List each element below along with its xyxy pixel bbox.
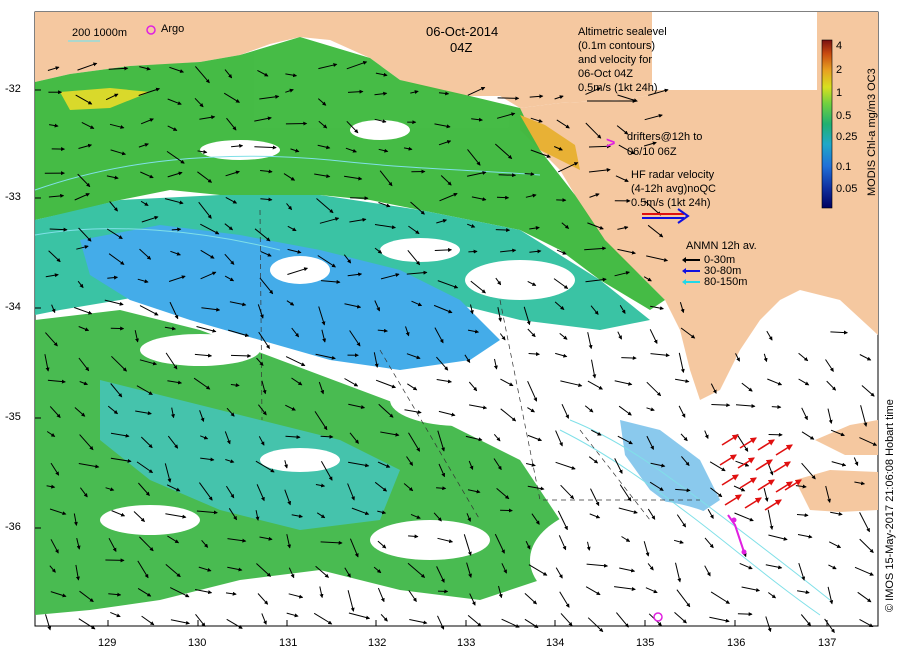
velocity-arrow bbox=[621, 355, 637, 360]
velocity-arrow bbox=[771, 404, 782, 409]
map-date: 06-Oct-2014 bbox=[426, 24, 499, 39]
velocity-arrow bbox=[230, 353, 252, 358]
drifters-symbol: > bbox=[606, 135, 616, 152]
hf-line-3: 0.5m/s (1kt 24h) bbox=[631, 197, 711, 209]
altimetric-line-1: Altimetric sealevel bbox=[578, 26, 667, 38]
x-tick-label: 134 bbox=[546, 637, 565, 649]
velocity-arrow bbox=[497, 96, 520, 101]
colorbar-tick: 2 bbox=[836, 64, 843, 76]
velocity-arrow bbox=[468, 249, 478, 254]
anmn-item-2: 80-150m bbox=[704, 276, 748, 288]
colorbar-tick: 0.05 bbox=[836, 183, 858, 195]
x-tick-label: 133 bbox=[457, 637, 476, 649]
y-tick-label: -36 bbox=[5, 521, 21, 533]
x-tick-label: 130 bbox=[188, 637, 207, 649]
colorbar-tick: 1 bbox=[836, 87, 843, 99]
x-tick-label: 132 bbox=[368, 637, 387, 649]
altimetric-line-5: 0.5m/s (1kt 24h) bbox=[578, 82, 658, 94]
anmn-title: ANMN 12h av. bbox=[686, 240, 757, 252]
velocity-arrow bbox=[496, 195, 510, 200]
x-tick-label: 129 bbox=[98, 637, 117, 649]
credit-text: © IMOS 15-May-2017 21:06:08 Hobart time bbox=[884, 399, 896, 612]
altimetric-line-3: and velocity for bbox=[578, 54, 652, 66]
x-tick-label: 137 bbox=[818, 637, 837, 649]
colorbar-tick: 0.25 bbox=[836, 131, 858, 143]
colorbar-tick: 0.5 bbox=[836, 110, 852, 122]
drifters-line-1: drifters@12h to bbox=[627, 131, 703, 143]
velocity-arrow bbox=[350, 196, 369, 201]
argo-label: Argo bbox=[161, 23, 185, 35]
x-tick-label: 135 bbox=[636, 637, 655, 649]
chlorophyll-map bbox=[34, 11, 879, 634]
velocity-arrow bbox=[434, 247, 453, 252]
colorbar-tick: 0.1 bbox=[836, 161, 852, 173]
y-tick-label: -32 bbox=[5, 83, 21, 95]
y-tick-label: -35 bbox=[5, 411, 21, 423]
colorbar-tick: 4 bbox=[836, 40, 843, 52]
altimetric-line-2: (0.1m contours) bbox=[578, 40, 656, 52]
velocity-arrow bbox=[524, 172, 535, 177]
scale-label: 200 1000m bbox=[72, 27, 128, 39]
velocity-arrow bbox=[498, 173, 517, 178]
altimetric-line-4: 06-Oct 04Z bbox=[578, 68, 634, 80]
velocity-arrow bbox=[711, 403, 731, 408]
colorbar-title: MODIS Chl-a mg/m3 OC3 bbox=[866, 68, 878, 196]
hf-line-2: (4-12h avg)noQC bbox=[631, 183, 716, 195]
map-time: 04Z bbox=[450, 40, 473, 55]
hf-line-1: HF radar velocity bbox=[631, 169, 715, 181]
colorbar bbox=[821, 39, 833, 209]
velocity-arrow bbox=[408, 534, 419, 539]
x-tick-label: 136 bbox=[727, 637, 746, 649]
y-tick-label: -34 bbox=[5, 301, 21, 313]
y-tick-label: -33 bbox=[5, 191, 21, 203]
drifters-line-2: 06/10 06Z bbox=[627, 146, 677, 158]
velocity-arrow bbox=[495, 228, 511, 233]
velocity-arrow bbox=[171, 227, 182, 232]
x-tick-label: 131 bbox=[279, 637, 298, 649]
